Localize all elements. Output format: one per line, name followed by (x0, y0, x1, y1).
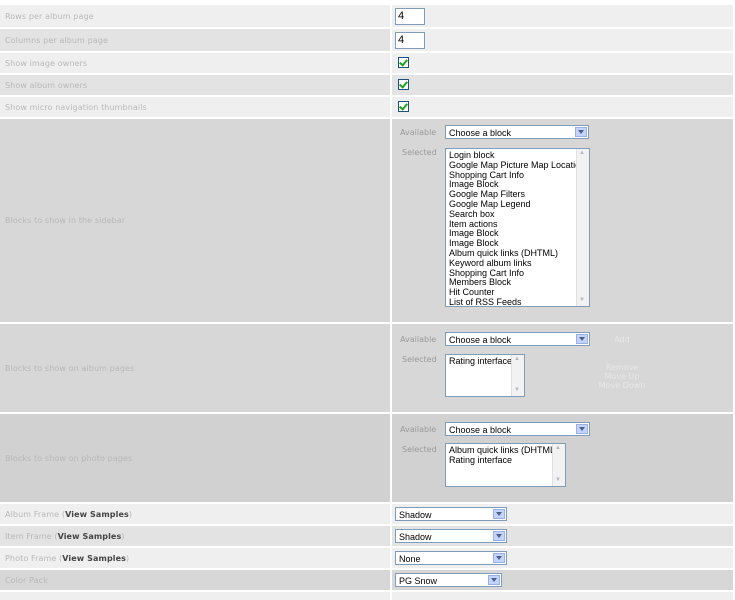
album-frame-label: Album Frame (View Samples) (0, 504, 390, 524)
sidebar-selected-label: Selected (402, 148, 437, 157)
rows-per-page-label: Rows per album page (0, 5, 390, 27)
album-selected-label: Selected (402, 355, 437, 364)
item-frame-select[interactable]: Shadow (395, 529, 507, 543)
sidebar-selected-list: Login block Google Map Picture Map Locati… (446, 149, 589, 306)
album-frame-select[interactable]: Shadow (395, 507, 507, 521)
album-move-up-button[interactable]: Move Up (597, 372, 647, 381)
show-album-owners-label: Show album owners (0, 75, 390, 95)
photo-available-label: Available (400, 425, 437, 434)
row-show-image-owners: Show image owners (0, 53, 733, 73)
color-pack-label: Color Pack (0, 570, 390, 590)
album-choose-block-select[interactable]: Choose a block (445, 332, 590, 346)
album-frame-view-samples-link[interactable]: View Samples (65, 510, 129, 519)
album-selected-listbox[interactable]: Rating interface (445, 354, 525, 397)
photo-frame-label: Photo Frame (View Samples) (0, 548, 390, 568)
row-show-micro-nav: Show micro navigation thumbnails (0, 97, 733, 117)
cols-per-page-label: Columns per album page (0, 29, 390, 51)
photo-frame-select[interactable]: None (395, 551, 507, 565)
sidebar-available-label: Available (400, 128, 437, 137)
row-album-frame: Album Frame (View Samples) Shadow (0, 504, 733, 524)
list-item[interactable]: Rating interface (449, 455, 565, 466)
sidebar-blocks-label: Blocks to show in the sidebar (0, 119, 390, 322)
item-frame-label: Item Frame (View Samples) (0, 526, 390, 546)
row-cols-per-page: Columns per album page 4 (0, 29, 733, 51)
show-micro-nav-checkbox[interactable] (398, 101, 409, 112)
item-frame-view-samples-link[interactable]: View Samples (58, 532, 122, 541)
row-color-pack: Color Pack PG Snow (0, 570, 733, 590)
cols-per-page-input[interactable]: 4 (395, 32, 425, 49)
album-available-label: Available (400, 335, 437, 344)
photo-selected-listbox[interactable]: Album quick links (DHTML) Rating interfac… (445, 443, 566, 487)
photo-selected-list: Album quick links (DHTML) Rating interfac… (446, 444, 565, 466)
row-photo-frame: Photo Frame (View Samples) None (0, 548, 733, 568)
show-image-owners-checkbox[interactable] (398, 57, 409, 68)
album-add-button[interactable]: Add (612, 335, 632, 344)
photo-blocks-label: Blocks to show on photo pages (0, 414, 390, 502)
sidebar-choose-block-select[interactable]: Choose a block (445, 125, 589, 139)
album-blocks-label: Blocks to show on album pages (0, 324, 390, 412)
chevron-down-icon (493, 553, 505, 563)
row-partial (0, 592, 733, 600)
row-rows-per-page: Rows per album page 4 (0, 5, 733, 27)
chevron-down-icon (493, 531, 505, 541)
photo-choose-block-select[interactable]: Choose a block (445, 422, 590, 436)
chevron-down-icon (493, 509, 505, 519)
show-micro-nav-label: Show micro navigation thumbnails (0, 97, 390, 117)
row-item-frame: Item Frame (View Samples) Shadow (0, 526, 733, 546)
listbox-scrollbar[interactable] (576, 149, 589, 306)
chevron-down-icon (488, 575, 500, 585)
list-item[interactable]: List of RSS Feeds (449, 297, 589, 306)
chevron-down-icon (576, 334, 588, 344)
photo-frame-view-samples-link[interactable]: View Samples (62, 554, 126, 563)
chevron-down-icon (575, 127, 587, 137)
listbox-scrollbar[interactable] (511, 355, 524, 396)
row-photo-blocks: Blocks to show on photo pages Available … (0, 414, 733, 502)
photo-selected-label: Selected (402, 445, 437, 454)
show-image-owners-label: Show image owners (0, 53, 390, 73)
album-move-down-button[interactable]: Move Down (592, 381, 652, 390)
album-remove-button[interactable]: Remove (597, 363, 647, 372)
chevron-down-icon (576, 424, 588, 434)
sidebar-selected-listbox[interactable]: Login block Google Map Picture Map Locati… (445, 148, 590, 307)
show-album-owners-checkbox[interactable] (398, 79, 409, 90)
row-show-album-owners: Show album owners (0, 75, 733, 95)
rows-per-page-input[interactable]: 4 (395, 8, 425, 25)
row-album-blocks: Blocks to show on album pages Available … (0, 324, 733, 412)
listbox-scrollbar[interactable] (552, 444, 565, 486)
row-sidebar-blocks: Blocks to show in the sidebar Available … (0, 119, 733, 322)
color-pack-select[interactable]: PG Snow (395, 573, 502, 587)
